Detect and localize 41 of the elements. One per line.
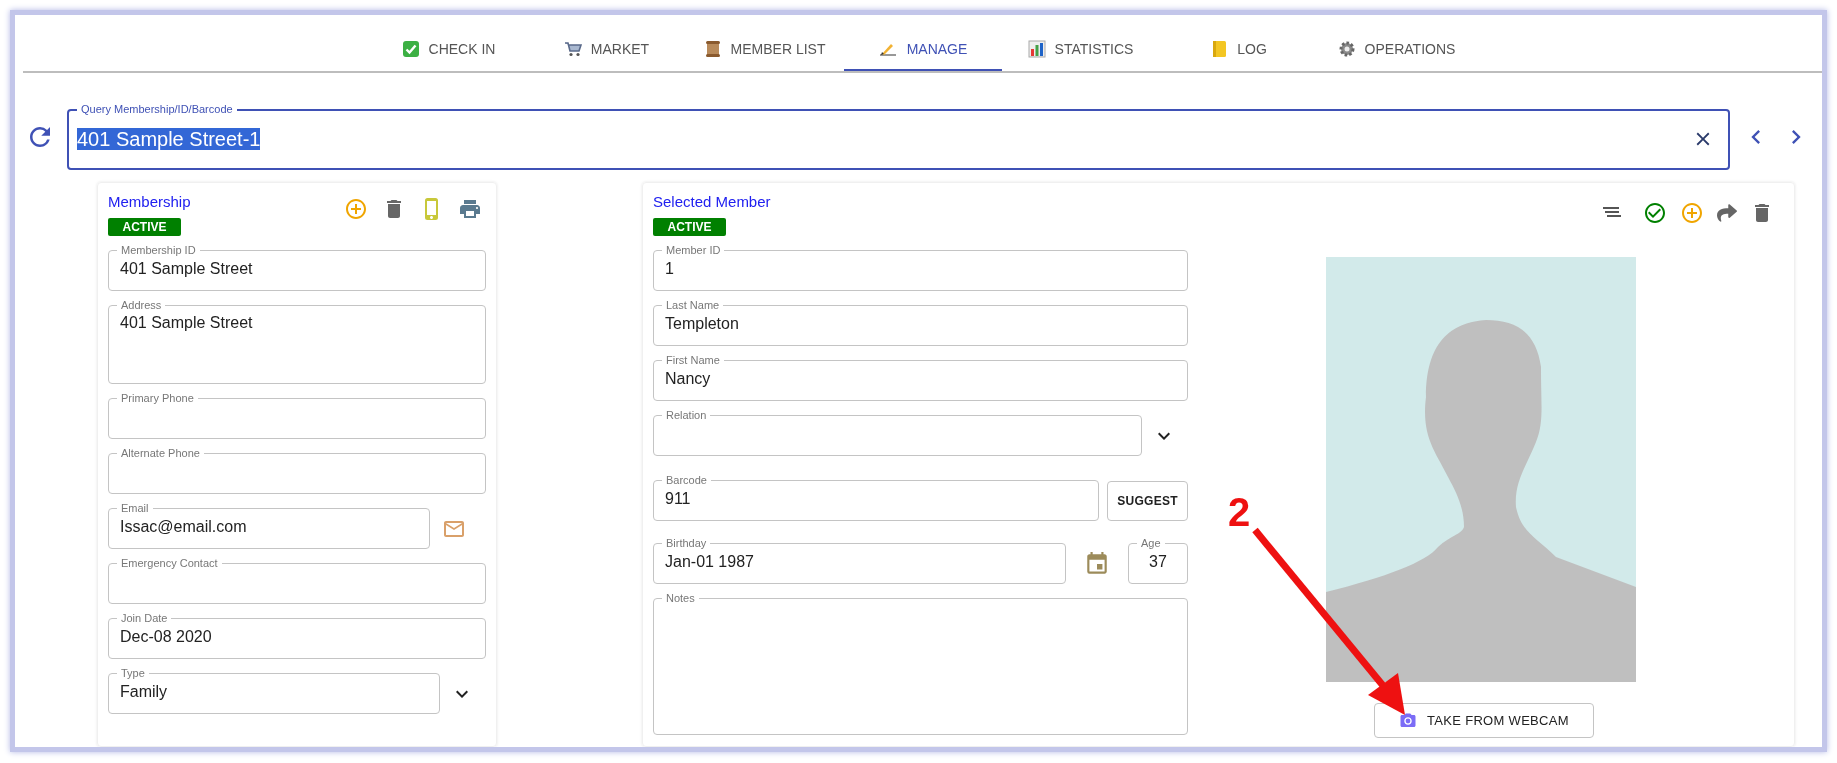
text-field[interactable]: Membership ID 401 Sample Street [108,244,486,291]
nav-tab[interactable]: OPERATIONS [1317,29,1476,71]
nav-tab[interactable]: MANAGE [843,29,1002,71]
text-field[interactable]: Alternate Phone [108,447,486,494]
text-field[interactable]: Age 37 [1128,537,1188,584]
text-field[interactable]: Join Date Dec-08 2020 [108,612,486,659]
gear-icon [1337,40,1356,58]
text-field[interactable]: Emergency Contact [108,557,486,604]
text-field[interactable]: First Name Nancy [653,354,1188,401]
notebook-icon [1210,40,1229,58]
text-field[interactable]: Member ID 1 [653,244,1188,291]
share-icon[interactable] [1717,201,1737,225]
print-icon[interactable] [458,197,482,221]
select-field[interactable]: Relation [653,409,1142,456]
text-field[interactable]: Primary Phone [108,392,486,439]
search-field[interactable]: Query Membership/ID/Barcode 401 Sample Street-1 [67,103,1730,170]
text-field[interactable]: Birthday Jan-01 1987 [653,537,1066,584]
nav-tab[interactable]: CHECK IN [369,29,528,71]
nav-tab[interactable]: STATISTICS [1001,29,1160,71]
nav-tab[interactable]: MARKET [527,29,686,71]
cart-icon [563,40,582,58]
card-title: Selected Member [653,193,771,211]
status-badge: ACTIVE [108,218,181,236]
select-field[interactable]: Type Family [108,667,440,714]
step-number: 2 [1228,490,1251,534]
text-area[interactable]: Address 401 Sample Street [108,299,486,384]
status-badge: ACTIVE [653,218,726,236]
calendar-icon[interactable] [1084,551,1110,577]
nav-tab[interactable]: LOG [1159,29,1318,71]
scroll-icon [703,40,722,58]
check-icon [401,40,420,58]
card-title: Membership [108,193,191,211]
webcam-button[interactable]: TAKE FROM WEBCAM [1374,703,1594,738]
text-field[interactable]: Barcode 911 [653,474,1100,521]
suggest-button[interactable]: SUGGEST [1107,481,1188,521]
nav-tab[interactable]: MEMBER LIST [685,29,844,71]
camera-icon [1399,711,1418,730]
text-field[interactable]: Last Name Templeton [653,299,1188,346]
text-area[interactable]: Notes [653,592,1188,735]
bar-chart-icon [1027,40,1046,58]
text-field[interactable]: Email Issac@email.com [108,502,430,549]
